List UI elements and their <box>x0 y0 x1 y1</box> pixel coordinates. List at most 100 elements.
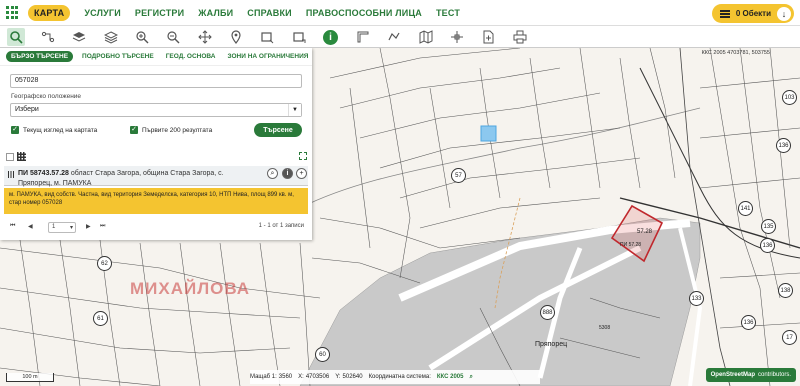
objects-button[interactable]: 0 Обекти ↓ <box>711 4 794 23</box>
parcel-number[interactable]: 136 <box>741 315 756 330</box>
tab-geodetic-base[interactable]: ГЕОД. ОСНОВА <box>166 53 216 60</box>
chevron-down-icon: ▾ <box>69 225 73 231</box>
nav-references[interactable]: СПРАВКИ <box>247 8 292 18</box>
parcel-number[interactable]: 57 <box>451 168 466 183</box>
parcel-number[interactable]: 17 <box>782 330 797 345</box>
osm-suffix: contributors. <box>757 372 791 378</box>
search-icon <box>10 31 23 44</box>
current-view-label: Текущ изглед на картата <box>23 126 98 134</box>
crosshair-tool[interactable] <box>448 28 466 46</box>
measure-distance-tool[interactable] <box>354 28 372 46</box>
grid-icon[interactable] <box>17 152 26 161</box>
apps-grid-icon[interactable] <box>6 5 20 20</box>
add-icon[interactable]: + <box>296 168 307 179</box>
info-circle-icon[interactable]: i <box>282 168 293 179</box>
geo-position-select[interactable]: Избери ▼ <box>10 103 302 117</box>
osm-attribution[interactable]: OpenStreetMap contributors. <box>705 368 796 382</box>
status-bar: Мащаб 1: 3560 X: 4703506 Y: 502640 Коорд… <box>250 370 540 384</box>
scale-value[interactable]: 3560 <box>279 374 292 380</box>
osm-link[interactable]: OpenStreetMap <box>711 372 755 378</box>
expand-icon[interactable] <box>299 152 307 160</box>
nav-complaints[interactable]: ЖАЛБИ <box>198 8 233 18</box>
parcel-number[interactable]: 103 <box>782 90 797 105</box>
chevron-down-icon: ▼ <box>288 104 301 116</box>
move-icon <box>198 30 212 44</box>
nav-services[interactable]: УСЛУГИ <box>84 8 121 18</box>
objects-count: 0 Обекти <box>735 9 771 18</box>
search-tool[interactable] <box>7 28 25 46</box>
draw-tool[interactable] <box>385 28 403 46</box>
tab-detailed-search[interactable]: ПОДРОБНО ТЪРСЕНЕ <box>82 53 154 60</box>
menu-icon <box>719 9 730 18</box>
parcel-number[interactable]: 133 <box>689 291 704 306</box>
map-icon <box>419 30 433 44</box>
scale-bar: 100 m <box>6 373 54 382</box>
layers-tool[interactable] <box>70 28 88 46</box>
print-icon <box>513 30 527 44</box>
print-tool[interactable] <box>511 28 529 46</box>
nav-map[interactable]: КАРТА <box>28 4 71 21</box>
info-tool[interactable]: i <box>323 29 338 45</box>
crs-label: Координатна система: <box>368 374 431 380</box>
tab-restriction-zones[interactable]: ЗОНИ НА ОГРАНИЧЕНИЯ <box>228 53 309 60</box>
result-row[interactable]: ПИ 58743.57.28 област Стара Загора, общи… <box>4 166 308 189</box>
arrow-down-icon: ↓ <box>777 6 791 21</box>
parcel-number[interactable]: 135 <box>761 219 776 234</box>
select-all-checkbox[interactable] <box>6 153 14 161</box>
parcel-number[interactable]: 136 <box>776 138 791 153</box>
next-page-icon[interactable]: ▶ <box>86 223 91 230</box>
draw-line-icon <box>388 32 400 41</box>
document-add-icon <box>483 30 494 44</box>
top-coordinates: ККС 2005 4703781, 503755 <box>701 50 770 56</box>
x-value: 4703506 <box>305 374 330 380</box>
pan-tool[interactable] <box>196 28 214 46</box>
select-polygon-tool[interactable] <box>290 28 308 46</box>
search-input[interactable]: 057028 <box>10 74 302 88</box>
layers-alt-tool[interactable] <box>102 28 120 46</box>
map-pin-icon <box>231 30 241 44</box>
result-id: ПИ 58743.57.28 <box>18 170 69 177</box>
add-document-tool[interactable] <box>479 28 497 46</box>
search-icon[interactable]: ⌕ <box>469 374 472 381</box>
zoom-out-tool[interactable] <box>164 28 182 46</box>
ruler-corner-icon <box>357 31 369 43</box>
parcel-number[interactable]: 62 <box>97 256 112 271</box>
parcel-number[interactable]: 136 <box>760 238 775 253</box>
page-select[interactable]: 1 ▾ <box>48 222 76 233</box>
first-200-checkbox[interactable]: ✓ Първите 200 резултата <box>130 126 212 134</box>
parcel-number[interactable]: 138 <box>778 283 793 298</box>
search-button[interactable]: Търсене <box>254 123 302 137</box>
location-tool[interactable] <box>227 28 245 46</box>
nav-licensed-persons[interactable]: ПРАВОСПОСОБНИ ЛИЦА <box>306 8 422 18</box>
geo-position-label: Географско положение <box>11 93 82 100</box>
last-page-icon[interactable]: ⏭ <box>100 223 105 230</box>
nav-test[interactable]: ТЕСТ <box>436 8 460 18</box>
zoom-out-icon <box>167 31 180 44</box>
crs-value[interactable]: ККС 2005 <box>437 374 464 380</box>
select-rectangle-tool[interactable] <box>258 28 276 46</box>
stack-icon <box>104 31 118 44</box>
polygon-select-icon <box>293 32 306 43</box>
layers-icon <box>72 32 86 42</box>
info-icon: i <box>329 31 332 43</box>
first-page-icon[interactable]: ⏮ <box>10 223 15 230</box>
prev-page-icon[interactable]: ◀ <box>28 223 33 230</box>
route-tool[interactable] <box>39 28 57 46</box>
parcel-number[interactable]: 60 <box>315 347 330 362</box>
zoom-in-tool[interactable] <box>133 28 151 46</box>
nav-registers[interactable]: РЕГИСТРИ <box>135 8 184 18</box>
parcel-number[interactable]: 888 <box>540 305 555 320</box>
area-label: МИХАЙЛОВА <box>130 279 251 298</box>
current-view-checkbox[interactable]: ✓ Текущ изглед на картата <box>11 126 97 134</box>
parcel-number[interactable]: 61 <box>93 311 108 326</box>
road-label: 5308 <box>599 325 611 331</box>
scale-label: Мащаб 1: <box>250 374 277 380</box>
result-text: ПИ 58743.57.28 област Стара Загора, общи… <box>18 169 258 189</box>
map-view-tool[interactable] <box>417 28 435 46</box>
checkbox-checked-icon: ✓ <box>130 126 138 134</box>
result-description: м. ПАМУКА, вид собств. Частна, вид терит… <box>4 188 308 214</box>
zoom-to-search-icon[interactable]: ⌕ <box>267 168 278 179</box>
checkbox-checked-icon: ✓ <box>11 126 19 134</box>
tab-quick-search[interactable]: БЪРЗО ТЪРСЕНЕ <box>6 51 74 62</box>
parcel-number[interactable]: 141 <box>738 201 753 216</box>
